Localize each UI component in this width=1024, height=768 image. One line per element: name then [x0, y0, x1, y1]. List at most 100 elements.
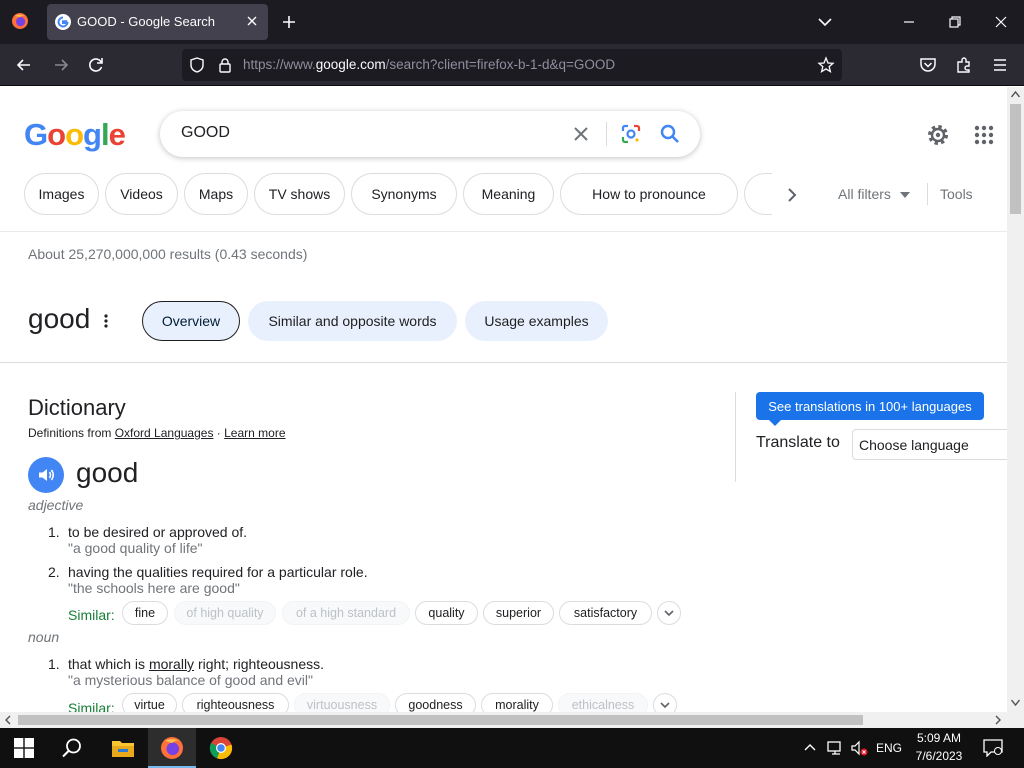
back-arrow-icon[interactable]	[14, 55, 34, 75]
horizontal-scroll-thumb[interactable]	[18, 715, 863, 725]
tab-overview[interactable]: Overview	[142, 301, 240, 341]
tab-usage-examples[interactable]: Usage examples	[465, 301, 608, 341]
synonym-chip[interactable]: righteousness	[182, 693, 289, 712]
close-window-icon[interactable]	[992, 13, 1010, 31]
bookmark-star-icon[interactable]	[817, 56, 835, 74]
search-icon[interactable]	[659, 123, 681, 145]
caret-down-icon[interactable]	[900, 191, 910, 199]
chip-synonyms[interactable]: Synonyms	[351, 173, 457, 215]
tools-button[interactable]: Tools	[940, 186, 973, 202]
tab-similar-opposite-words[interactable]: Similar and opposite words	[248, 301, 457, 341]
vertical-scrollbar[interactable]	[1007, 87, 1024, 712]
horizontal-scrollbar[interactable]	[0, 712, 1024, 728]
dictionary-source: Definitions from Oxford Languages · Lear…	[28, 426, 286, 440]
clock-time[interactable]: 5:09 AM	[910, 731, 968, 745]
synonym-chip[interactable]: morality	[481, 693, 553, 712]
url-text[interactable]: https://www.google.com/search?client=fir…	[243, 57, 615, 72]
logo-letter: l	[100, 117, 110, 152]
pronounce-audio-button[interactable]	[28, 457, 64, 493]
new-tab-icon[interactable]	[280, 13, 298, 31]
clock-date[interactable]: 7/6/2023	[910, 749, 968, 763]
choose-language-select[interactable]: Choose language	[852, 429, 1007, 460]
scroll-up-arrow-icon[interactable]	[1011, 87, 1020, 101]
synonym-chip[interactable]: goodness	[395, 693, 476, 712]
windows-taskbar: ENG 5:09 AM 7/6/2023	[0, 728, 1024, 768]
firefox-view-icon[interactable]	[11, 12, 29, 30]
chevron-down-icon	[660, 702, 670, 709]
synonym-chip[interactable]: satisfactory	[559, 601, 652, 625]
chip-videos[interactable]: Videos	[105, 173, 178, 215]
synonym-chip[interactable]: quality	[415, 601, 478, 625]
hamburger-menu-icon[interactable]	[990, 55, 1010, 75]
vertical-scroll-thumb[interactable]	[1010, 104, 1021, 214]
definition-example: "the schools here are good"	[68, 580, 240, 596]
gear-icon[interactable]	[926, 123, 950, 147]
close-tab-icon[interactable]	[244, 13, 260, 29]
part-of-speech-adjective: adjective	[28, 497, 84, 513]
part-of-speech-noun: noun	[28, 629, 60, 645]
clear-search-icon[interactable]	[571, 124, 591, 144]
google-lens-icon[interactable]	[620, 123, 642, 145]
search-input[interactable]: GOOD	[181, 124, 230, 142]
chip-images[interactable]: Images	[24, 173, 99, 215]
scroll-down-arrow-icon[interactable]	[1011, 696, 1020, 710]
logo-letter: G	[24, 117, 48, 152]
volume-muted-icon[interactable]	[850, 739, 868, 757]
chip-meaning[interactable]: Meaning	[463, 173, 554, 215]
search-box[interactable]: GOOD	[160, 111, 700, 157]
translate-divider	[735, 392, 736, 482]
scroll-left-arrow-icon[interactable]	[2, 714, 14, 726]
input-language[interactable]: ENG	[876, 741, 902, 755]
chip-how-to-pronounce[interactable]: How to pronounce	[560, 173, 738, 215]
speaker-icon	[39, 469, 55, 481]
url-prefix: https://www.	[243, 57, 316, 72]
synonym-chip[interactable]: virtuousness	[294, 693, 390, 712]
google-results-page: Google GOOD Images Videos Maps TV shows …	[0, 87, 1007, 712]
morally-link[interactable]: morally	[149, 656, 194, 672]
synonym-chip[interactable]: of a high standard	[282, 601, 410, 625]
google-logo[interactable]: Google	[24, 117, 126, 153]
all-filters-button[interactable]: All filters	[838, 186, 891, 202]
synonym-chip[interactable]: fine	[122, 601, 168, 625]
synonym-chip[interactable]: superior	[483, 601, 554, 625]
google-apps-grid-icon[interactable]	[974, 125, 994, 145]
forward-arrow-icon[interactable]	[51, 55, 71, 75]
taskbar-search-icon[interactable]	[61, 737, 83, 759]
extensions-puzzle-icon[interactable]	[954, 55, 974, 75]
synonym-chip[interactable]: virtue	[122, 693, 177, 712]
definition-text-part: that which is	[68, 656, 149, 672]
show-hidden-icons-icon[interactable]	[803, 741, 817, 755]
definition-text: that which is morally right; righteousne…	[68, 656, 324, 672]
chip-maps[interactable]: Maps	[184, 173, 248, 215]
restore-window-icon[interactable]	[946, 13, 964, 31]
firefox-icon[interactable]	[160, 736, 184, 760]
tab-title: GOOD - Google Search	[77, 14, 215, 29]
windows-start-icon[interactable]	[14, 738, 34, 758]
oxford-languages-link[interactable]: Oxford Languages	[115, 426, 214, 440]
list-all-tabs-icon[interactable]	[816, 13, 834, 31]
address-bar[interactable]: https://www.google.com/search?client=fir…	[182, 49, 842, 81]
kp-divider	[0, 362, 1007, 363]
more-options-icon[interactable]	[98, 313, 114, 329]
expand-synonyms-button[interactable]	[653, 693, 677, 712]
file-explorer-icon[interactable]	[111, 737, 135, 759]
minimize-window-icon[interactable]	[900, 13, 918, 31]
lock-icon[interactable]	[216, 56, 234, 74]
chevron-right-icon[interactable]	[782, 185, 802, 205]
pocket-icon[interactable]	[918, 55, 938, 75]
translate-tooltip[interactable]: See translations in 100+ languages	[756, 392, 984, 420]
chip-tv-shows[interactable]: TV shows	[254, 173, 345, 215]
reload-icon[interactable]	[86, 55, 106, 75]
synonym-chip[interactable]: of high quality	[174, 601, 276, 625]
tracking-protection-shield-icon[interactable]	[188, 56, 206, 74]
chrome-icon[interactable]	[209, 736, 233, 760]
expand-synonyms-button[interactable]	[657, 601, 681, 625]
tab-google-search[interactable]: GOOD - Google Search	[47, 4, 268, 40]
synonym-chip[interactable]: ethicalness	[558, 693, 648, 712]
learn-more-link[interactable]: Learn more	[224, 426, 285, 440]
chip-partial[interactable]	[744, 173, 772, 215]
tools-divider	[927, 183, 928, 205]
scroll-right-arrow-icon[interactable]	[992, 714, 1004, 726]
network-icon[interactable]	[826, 739, 844, 757]
notification-center-icon[interactable]	[983, 739, 1003, 757]
